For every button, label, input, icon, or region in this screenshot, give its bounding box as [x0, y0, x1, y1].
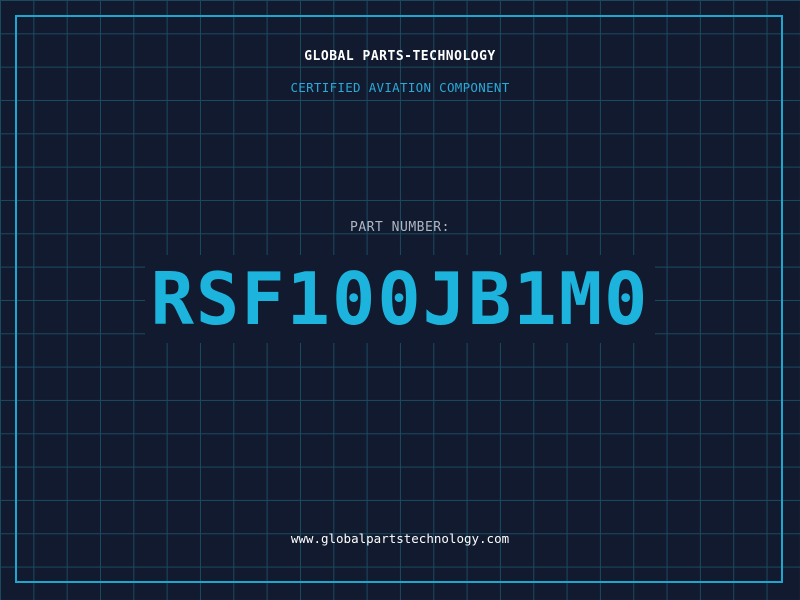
part-number-container: RSF100JB1M0 — [0, 254, 800, 344]
part-card: GLOBAL PARTS-TECHNOLOGY CERTIFIED AVIATI… — [0, 0, 800, 600]
part-number-label: PART NUMBER: — [350, 220, 450, 235]
company-name: GLOBAL PARTS-TECHNOLOGY — [304, 49, 496, 64]
certification-subtitle: CERTIFIED AVIATION COMPONENT — [290, 80, 510, 95]
website-url: www.globalpartstechnology.com — [290, 531, 510, 546]
part-number-value: RSF100JB1M0 — [144, 255, 656, 343]
